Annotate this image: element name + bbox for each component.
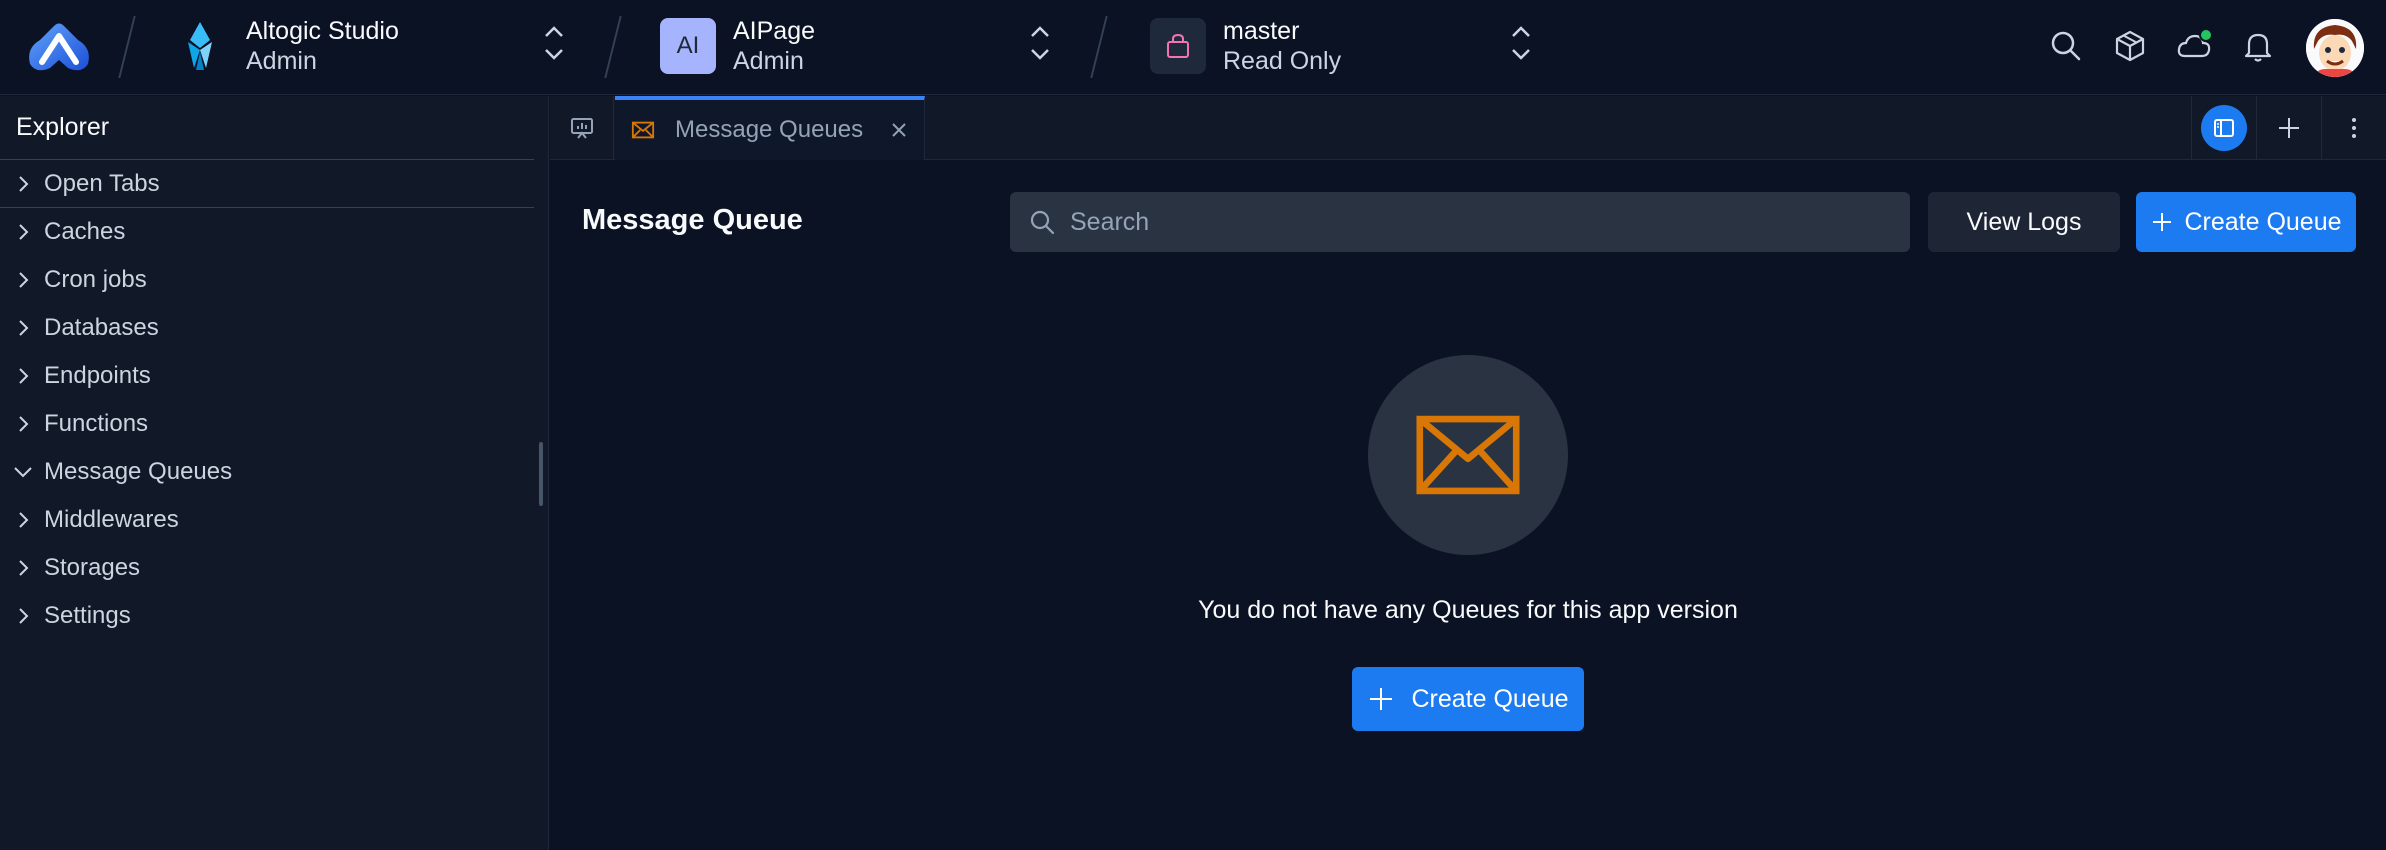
close-icon[interactable] <box>888 119 910 141</box>
user-avatar[interactable] <box>2306 19 2364 77</box>
env-switcher[interactable]: master Read Only <box>1150 14 1341 78</box>
chevron-right-icon <box>19 224 29 240</box>
presentation-chart-icon <box>570 118 593 139</box>
app-badge: AI <box>660 18 716 74</box>
toggle-panel-button[interactable] <box>2191 96 2256 160</box>
divider <box>604 16 622 78</box>
sidebar-item-cron-jobs[interactable]: Cron jobs <box>0 256 548 304</box>
sidebar-item-label: Caches <box>44 218 126 245</box>
sidebar-item-open-tabs[interactable]: Open Tabs <box>0 160 534 208</box>
org-switcher-chevron-icon[interactable] <box>542 22 566 64</box>
cube-icon[interactable] <box>2112 28 2148 64</box>
chevron-right-icon <box>19 272 29 288</box>
env-switcher-chevron-icon[interactable] <box>1509 22 1533 64</box>
sidebar-item-label: Databases <box>44 314 159 341</box>
app-switcher-chevron-icon[interactable] <box>1028 22 1052 64</box>
sidebar-panel-icon <box>2214 119 2234 137</box>
sidebar-item-storages[interactable]: Storages <box>0 544 548 592</box>
plus-icon <box>2153 213 2172 231</box>
plus-icon <box>2279 118 2299 138</box>
explorer-sidebar: Explorer Open Tabs Caches Cron jobs Data… <box>0 96 549 850</box>
sidebar-item-middlewares[interactable]: Middlewares <box>0 496 548 544</box>
sidebar-item-label: Endpoints <box>44 362 151 389</box>
main-content: Message Queue View Logs Create Queue You… <box>550 160 2386 850</box>
lock-bag-icon <box>1150 18 1206 74</box>
app-role: Admin <box>733 47 804 75</box>
sidebar-item-message-queues[interactable]: Message Queues <box>0 448 548 496</box>
chevron-right-icon <box>19 608 29 624</box>
search-box[interactable] <box>1010 192 1910 252</box>
org-logo-icon <box>188 22 212 70</box>
sidebar-item-label: Settings <box>44 602 131 629</box>
org-role: Admin <box>246 47 317 75</box>
view-logs-button[interactable]: View Logs <box>1928 192 2120 252</box>
sidebar-item-endpoints[interactable]: Endpoints <box>0 352 548 400</box>
divider <box>118 16 136 78</box>
tab-bar: Message Queues <box>550 96 2386 160</box>
new-tab-button[interactable] <box>2256 96 2321 160</box>
more-vertical-icon <box>2352 118 2356 138</box>
cloud-status-icon[interactable] <box>2176 28 2212 64</box>
sidebar-item-functions[interactable]: Functions <box>0 400 548 448</box>
tab-message-queues[interactable]: Message Queues <box>615 96 925 160</box>
chevron-right-icon <box>19 416 29 432</box>
envelope-icon <box>1416 415 1520 495</box>
chevron-right-icon <box>19 368 29 384</box>
sidebar-item-label: Functions <box>44 410 149 437</box>
create-queue-button[interactable]: Create Queue <box>2136 192 2356 252</box>
altogic-logo-icon[interactable] <box>22 18 96 76</box>
sidebar-item-settings[interactable]: Settings <box>0 592 548 640</box>
org-switcher[interactable]: Altogic Studio Admin <box>180 14 399 78</box>
create-queue-label: Create Queue <box>2184 207 2342 236</box>
search-icon <box>1030 210 1055 235</box>
env-mode: Read Only <box>1223 47 1342 75</box>
create-queue-empty-button[interactable]: Create Queue <box>1352 667 1584 731</box>
chevron-right-icon <box>19 175 29 192</box>
chevron-right-icon <box>19 512 29 528</box>
sidebar-item-label: Cron jobs <box>44 266 147 293</box>
chevron-right-icon <box>19 560 29 576</box>
bell-icon[interactable] <box>2240 28 2276 64</box>
more-options-button[interactable] <box>2321 96 2386 160</box>
envelope-icon <box>631 121 655 139</box>
app-name: AIPage <box>733 17 816 45</box>
empty-state-illustration <box>1368 355 1568 555</box>
sidebar-item-databases[interactable]: Databases <box>0 304 548 352</box>
env-name: master <box>1223 17 1300 45</box>
sidebar-item-label: Open Tabs <box>44 169 160 197</box>
sidebar-item-label: Storages <box>44 554 141 581</box>
tab-label: Message Queues <box>675 116 864 143</box>
chevron-right-icon <box>19 320 29 336</box>
divider <box>1090 16 1108 78</box>
sidebar-item-caches[interactable]: Caches <box>0 208 548 256</box>
empty-state-message: You do not have any Queues for this app … <box>1198 596 1738 624</box>
search-input[interactable] <box>1070 207 1890 237</box>
explorer-title: Explorer <box>0 96 534 160</box>
sidebar-item-label: Message Queues <box>44 458 233 485</box>
sidebar-resize-handle[interactable] <box>539 442 543 506</box>
search-icon[interactable] <box>2048 28 2084 64</box>
chevron-down-icon <box>14 467 32 478</box>
app-switcher[interactable]: AI AIPage Admin <box>660 14 815 78</box>
page-title: Message Queue <box>582 204 803 236</box>
dashboard-tab-button[interactable] <box>550 96 614 160</box>
create-queue-label: Create Queue <box>1411 684 1569 713</box>
plus-icon <box>1370 688 1393 710</box>
sidebar-item-label: Middlewares <box>44 506 179 533</box>
org-name: Altogic Studio <box>246 17 399 45</box>
top-bar: Altogic Studio Admin AI AIPage Admin mas… <box>0 0 2386 95</box>
